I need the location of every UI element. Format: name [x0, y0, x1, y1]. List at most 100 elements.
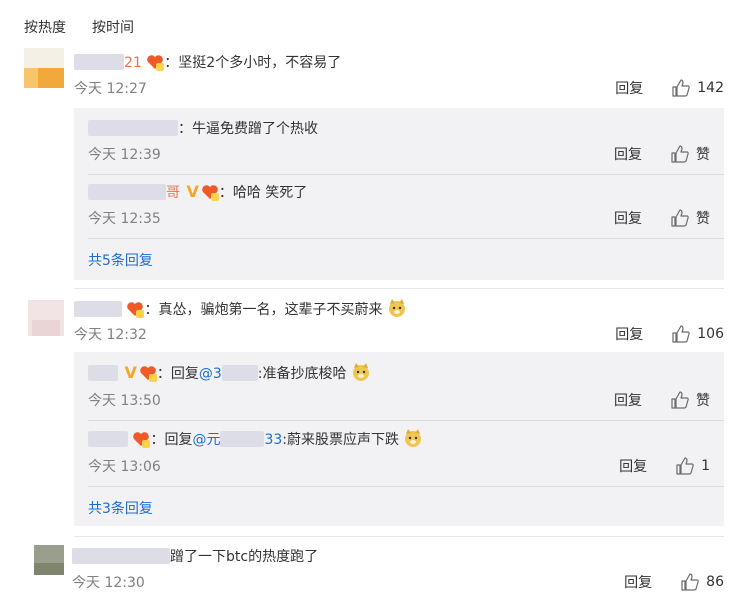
view-more-replies-link[interactable]: 共3条回复 — [88, 498, 153, 518]
blurred-mention — [221, 365, 258, 381]
like-count: 142 — [697, 80, 724, 96]
reply-text: 哈哈 笑死了 — [232, 185, 308, 201]
verified-v-icon: V — [186, 182, 199, 201]
comment-content: ：真怂，骗炮第一名，这辈子不买蔚来 — [74, 298, 407, 319]
reply-time: 今天 12:35 — [88, 211, 161, 227]
comment-text: 坚挺2个多小时，不容易了 — [178, 55, 342, 71]
avatar-image — [24, 48, 64, 88]
sort-by-time-tab[interactable]: 按时间 — [92, 17, 134, 37]
doge-emoji-icon — [352, 363, 369, 381]
reply-content: V ：回复@3:准备抄底梭哈 — [88, 362, 371, 383]
username[interactable] — [88, 120, 178, 137]
like-label[interactable]: 赞 — [696, 390, 710, 410]
avatar-image — [28, 300, 64, 336]
reply-prefix: 回复 — [170, 366, 199, 382]
mention-text: @元 — [192, 432, 221, 448]
divider — [74, 536, 724, 537]
reply-content: 哥 V ：哈哈 笑死了 — [88, 182, 307, 202]
mention-link[interactable]: @3 — [198, 365, 258, 382]
comment-text: 真怂，骗炮第一名，这辈子不买蔚来 — [158, 302, 383, 318]
reply-button[interactable]: 回复 — [614, 390, 642, 410]
divider — [88, 486, 724, 487]
divider — [88, 174, 724, 175]
like-label[interactable]: 赞 — [696, 208, 710, 228]
divider — [74, 288, 724, 289]
thumbs-up-icon[interactable] — [670, 144, 690, 164]
like-label[interactable]: 赞 — [696, 144, 710, 164]
fan-badge-icon — [127, 302, 145, 318]
username[interactable] — [88, 431, 128, 448]
comment-time: 今天 12:30 — [72, 575, 145, 591]
comment-content: 21 ：坚挺2个多小时，不容易了 — [74, 52, 341, 72]
reply-item: V ：回复@3:准备抄底梭哈 今天 13:50 回复 赞 — [88, 362, 724, 422]
reply-button[interactable]: 回复 — [624, 572, 652, 592]
blurred-mention — [220, 431, 265, 447]
reply-button[interactable]: 回复 — [615, 324, 643, 344]
like-count: 106 — [697, 326, 724, 342]
comment-text: 蹭了一下btc的热度跑了 — [170, 549, 319, 565]
thumbs-up-icon[interactable] — [670, 390, 690, 410]
fan-badge-icon — [140, 366, 157, 382]
doge-emoji-icon — [388, 299, 405, 317]
reply-text: 蔚来股票应声下跌 — [287, 432, 399, 448]
reply-button[interactable]: 回复 — [619, 456, 647, 476]
sort-by-hot-tab[interactable]: 按热度 — [24, 17, 66, 37]
comment-content: 蹭了一下btc的热度跑了 — [72, 546, 318, 566]
divider — [88, 238, 724, 239]
thumbs-up-icon[interactable] — [671, 78, 691, 98]
reply-time: 今天 13:50 — [88, 393, 161, 409]
avatar[interactable] — [34, 545, 64, 575]
mention-link[interactable]: @元 33 — [192, 431, 283, 448]
username[interactable] — [74, 301, 122, 318]
avatar-image — [34, 545, 64, 575]
reply-text: 准备抄底梭哈 — [262, 366, 347, 382]
reply-time: 今天 12:39 — [88, 147, 161, 163]
thumbs-up-icon[interactable] — [680, 572, 700, 592]
username[interactable]: 哥 — [88, 184, 180, 201]
reply-list: ：牛逼免费蹭了个热收 今天 12:39 回复 赞 哥 V ：哈哈 笑死了 今天 … — [74, 108, 724, 280]
sort-bar: 按热度 按时间 — [24, 17, 134, 37]
comment-actions: 回复 86 — [624, 572, 724, 592]
reply-actions: 回复 赞 — [614, 144, 710, 164]
blurred-username — [74, 301, 122, 317]
verified-v-icon: V — [124, 363, 137, 382]
reply-actions: 回复 赞 — [614, 390, 710, 410]
reply-list: V ：回复@3:准备抄底梭哈 今天 13:50 回复 赞 ：回复@元 33:蔚… — [74, 352, 724, 526]
blurred-username — [72, 548, 170, 564]
reply-actions: 回复 1 — [619, 456, 710, 476]
blurred-username — [74, 54, 124, 70]
reply-button[interactable]: 回复 — [615, 78, 643, 98]
comment-actions: 回复 106 — [615, 324, 724, 344]
username[interactable] — [72, 548, 170, 565]
reply-time: 今天 13:06 — [88, 459, 161, 475]
reply-button[interactable]: 回复 — [614, 208, 642, 228]
thumbs-up-icon[interactable] — [670, 208, 690, 228]
reply-prefix: 回复 — [164, 432, 193, 448]
blurred-username — [88, 431, 128, 447]
comment-actions: 回复 142 — [615, 78, 724, 98]
username-visible-part: 哥 — [166, 185, 180, 201]
reply-button[interactable]: 回复 — [614, 144, 642, 164]
divider — [88, 420, 724, 421]
blurred-username — [88, 120, 178, 136]
username[interactable]: 21 — [74, 54, 146, 71]
doge-emoji-icon — [405, 429, 422, 447]
username[interactable] — [88, 365, 118, 382]
like-count: 1 — [701, 458, 710, 474]
thumbs-up-icon[interactable] — [671, 324, 691, 344]
fan-badge-icon — [133, 432, 151, 448]
blurred-username — [88, 184, 166, 200]
mention-text-tail: 33 — [264, 432, 283, 448]
username-visible-part: 21 — [124, 55, 142, 71]
mention-text: @3 — [198, 366, 222, 382]
reply-item: ：回复@元 33:蔚来股票应声下跌 今天 13:06 回复 1 — [88, 428, 724, 488]
avatar[interactable] — [28, 300, 64, 336]
blurred-username — [88, 365, 118, 381]
thumbs-up-icon[interactable] — [675, 456, 695, 476]
avatar[interactable] — [24, 48, 64, 88]
comment-time: 今天 12:32 — [74, 327, 147, 343]
reply-content: ：回复@元 33:蔚来股票应声下跌 — [88, 428, 423, 449]
view-more-replies-link[interactable]: 共5条回复 — [88, 250, 153, 270]
reply-content: ：牛逼免费蹭了个热收 — [88, 118, 318, 138]
reply-actions: 回复 赞 — [614, 208, 710, 228]
